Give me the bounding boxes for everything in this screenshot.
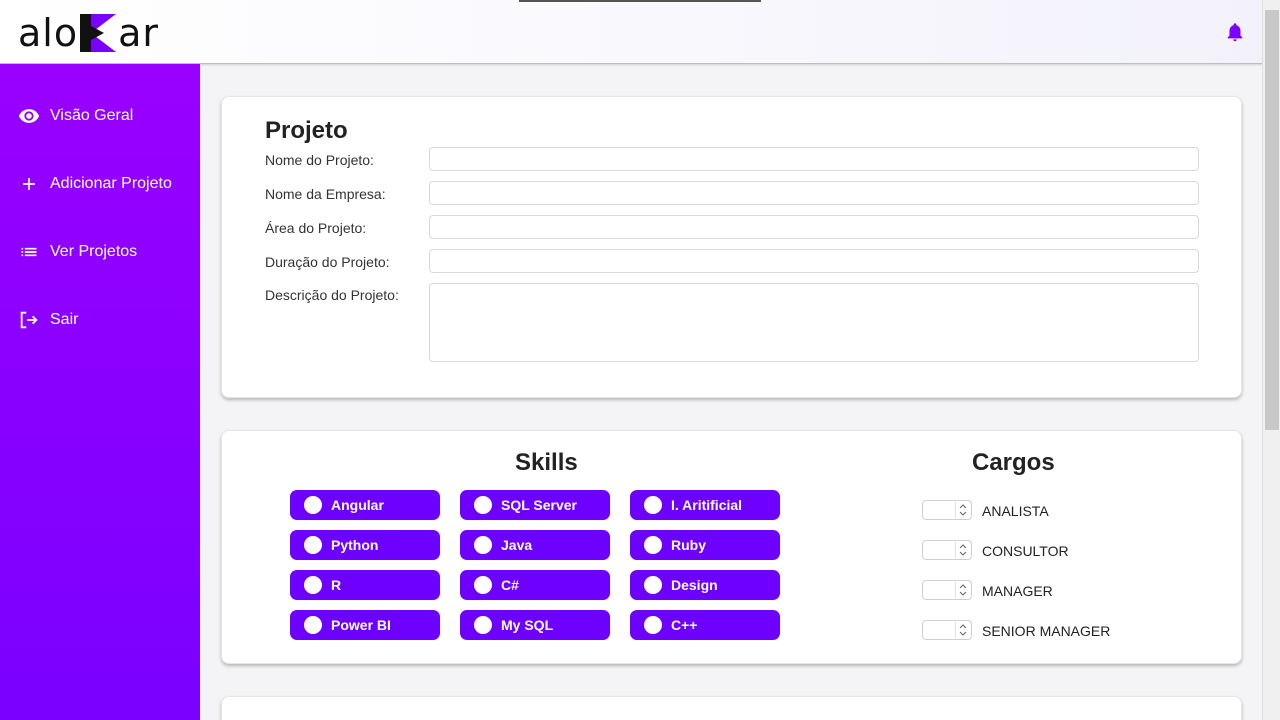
- sidebar-item-label: Ver Projetos: [50, 243, 138, 260]
- skill-label: Power BI: [331, 617, 391, 633]
- skills-title: Skills: [515, 449, 578, 476]
- cargos-title: Cargos: [972, 449, 1055, 476]
- sidebar-item-adicionar-projeto[interactable]: Adicionar Projeto: [0, 164, 200, 204]
- skill-label: My SQL: [501, 617, 554, 633]
- radio-icon: [474, 536, 492, 554]
- skill-label: Java: [501, 537, 533, 553]
- notification-bell-icon[interactable]: [1224, 20, 1246, 44]
- cargo-label: SENIOR MANAGER: [982, 623, 1111, 639]
- scrollbar-thumb[interactable]: [1265, 10, 1279, 430]
- skill-chip-design[interactable]: Design: [630, 570, 780, 600]
- duracao-projeto-input[interactable]: [429, 249, 1199, 273]
- duracao-projeto-label: Duração do Projeto:: [265, 254, 390, 270]
- radio-icon: [644, 576, 662, 594]
- skill-label: I. Aritificial: [671, 497, 743, 513]
- sidebar-item-visao-geral[interactable]: Visão Geral: [0, 96, 200, 136]
- skill-chip-java[interactable]: Java: [460, 530, 610, 560]
- skills-cargos-card: Skills Cargos Angular SQL Server I. Arit…: [221, 430, 1242, 664]
- area-projeto-input[interactable]: [429, 215, 1199, 239]
- skill-chip-angular[interactable]: Angular: [290, 490, 440, 520]
- logo-text-left: alo: [18, 11, 79, 55]
- nome-empresa-input[interactable]: [429, 181, 1199, 205]
- next-section-card: [221, 696, 1242, 720]
- skill-label: Python: [331, 537, 379, 553]
- spin-arrows-icon[interactable]: [955, 542, 969, 558]
- projeto-title: Projeto: [265, 117, 348, 144]
- radio-icon: [304, 536, 322, 554]
- skill-label: SQL Server: [501, 497, 578, 513]
- nome-projeto-label: Nome do Projeto:: [265, 152, 374, 168]
- skill-chip-power-bi[interactable]: Power BI: [290, 610, 440, 640]
- skill-chip-python[interactable]: Python: [290, 530, 440, 560]
- skill-chip-csharp[interactable]: C#: [460, 570, 610, 600]
- nome-projeto-input[interactable]: [429, 147, 1199, 171]
- spin-arrows-icon[interactable]: [955, 622, 969, 638]
- radio-icon: [304, 496, 322, 514]
- sidebar-item-label: Sair: [50, 311, 79, 328]
- page-scrollbar[interactable]: [1262, 0, 1280, 720]
- manager-quantity-stepper[interactable]: [922, 580, 972, 600]
- consultor-quantity-stepper[interactable]: [922, 540, 972, 560]
- descricao-projeto-label: Descrição do Projeto:: [265, 287, 399, 303]
- plus-icon: [18, 173, 40, 195]
- radio-icon: [644, 496, 662, 514]
- skill-chip-sql-server[interactable]: SQL Server: [460, 490, 610, 520]
- area-projeto-label: Área do Projeto:: [265, 220, 367, 236]
- skill-label: C++: [671, 617, 698, 633]
- spin-arrows-icon[interactable]: [955, 502, 969, 518]
- alokar-logo[interactable]: alo ar: [18, 11, 160, 55]
- top-divider-line: [519, 0, 761, 2]
- sidebar-item-label: Adicionar Projeto: [50, 175, 172, 192]
- radio-icon: [304, 616, 322, 634]
- nome-empresa-label: Nome da Empresa:: [265, 186, 386, 202]
- eye-icon: [18, 105, 40, 127]
- radio-icon: [644, 536, 662, 554]
- list-icon: [18, 241, 40, 263]
- skill-chip-ia[interactable]: I. Aritificial: [630, 490, 780, 520]
- radio-icon: [474, 496, 492, 514]
- logo-k-mark: [80, 14, 117, 52]
- cargo-label: ANALISTA: [982, 503, 1049, 519]
- logo-text-right: ar: [118, 11, 160, 55]
- sidebar: Visão Geral Adicionar Projeto Ver Projet…: [0, 64, 200, 720]
- skill-label: R: [331, 577, 342, 593]
- spin-arrows-icon[interactable]: [955, 582, 969, 598]
- analista-quantity-stepper[interactable]: [922, 500, 972, 520]
- logout-icon: [18, 309, 40, 331]
- skill-chip-my-sql[interactable]: My SQL: [460, 610, 610, 640]
- skill-label: Angular: [331, 497, 384, 513]
- senior-manager-quantity-stepper[interactable]: [922, 620, 972, 640]
- skill-label: C#: [501, 577, 519, 593]
- cargo-label: CONSULTOR: [982, 543, 1069, 559]
- skill-chip-cpp[interactable]: C++: [630, 610, 780, 640]
- radio-icon: [474, 576, 492, 594]
- sidebar-item-label: Visão Geral: [50, 107, 134, 124]
- skill-label: Ruby: [671, 537, 706, 553]
- radio-icon: [304, 576, 322, 594]
- sidebar-item-ver-projetos[interactable]: Ver Projetos: [0, 232, 200, 272]
- projeto-card: Projeto Nome do Projeto: Nome da Empresa…: [221, 96, 1242, 398]
- skill-chip-ruby[interactable]: Ruby: [630, 530, 780, 560]
- descricao-projeto-textarea[interactable]: [429, 283, 1199, 362]
- radio-icon: [474, 616, 492, 634]
- skill-label: Design: [671, 577, 718, 593]
- radio-icon: [644, 616, 662, 634]
- top-header: alo ar: [0, 0, 1262, 64]
- sidebar-item-sair[interactable]: Sair: [0, 300, 200, 340]
- cargo-label: MANAGER: [982, 583, 1053, 599]
- skill-chip-r[interactable]: R: [290, 570, 440, 600]
